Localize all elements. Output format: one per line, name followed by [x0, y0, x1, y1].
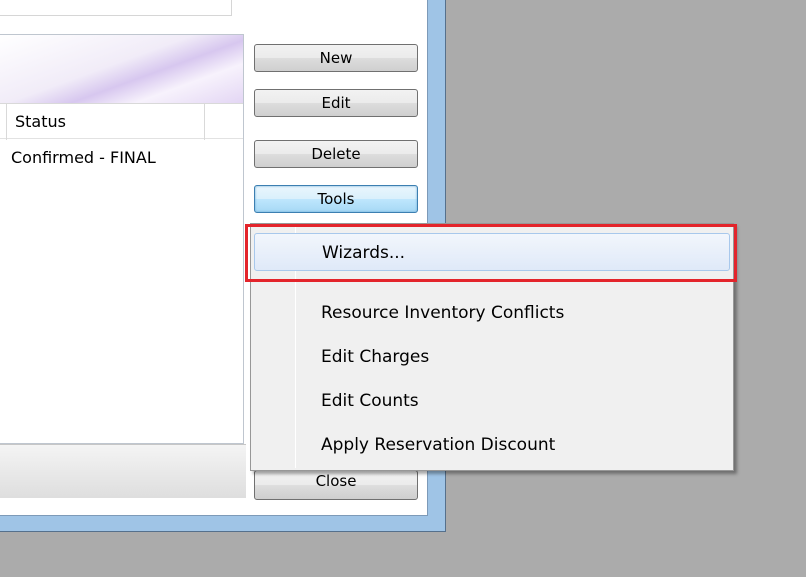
- list-item-status-cell[interactable]: Confirmed - FINAL: [11, 148, 156, 167]
- reservations-list-panel: Status Confirmed - FINAL: [0, 34, 244, 444]
- menu-item-edit-counts[interactable]: Edit Counts: [254, 383, 730, 419]
- menu-item-resource-inventory-conflicts[interactable]: Resource Inventory Conflicts: [254, 295, 730, 331]
- menu-item-edit-charges[interactable]: Edit Charges: [254, 339, 730, 375]
- delete-button[interactable]: Delete: [254, 140, 418, 168]
- close-button[interactable]: Close: [254, 470, 418, 500]
- top-input-field[interactable]: [0, 0, 232, 16]
- edit-button[interactable]: Edit: [254, 89, 418, 117]
- column-divider[interactable]: [6, 104, 7, 140]
- new-button[interactable]: New: [254, 44, 418, 72]
- decorative-banner: [0, 35, 243, 103]
- highlight-annotation-box: [245, 224, 737, 282]
- menu-item-apply-reservation-discount[interactable]: Apply Reservation Discount: [254, 427, 730, 463]
- column-divider[interactable]: [204, 104, 205, 140]
- list-footer-bar: [0, 444, 246, 498]
- column-header-status[interactable]: Status: [15, 112, 66, 131]
- list-column-header: Status: [0, 103, 243, 140]
- tools-button[interactable]: Tools: [254, 185, 418, 213]
